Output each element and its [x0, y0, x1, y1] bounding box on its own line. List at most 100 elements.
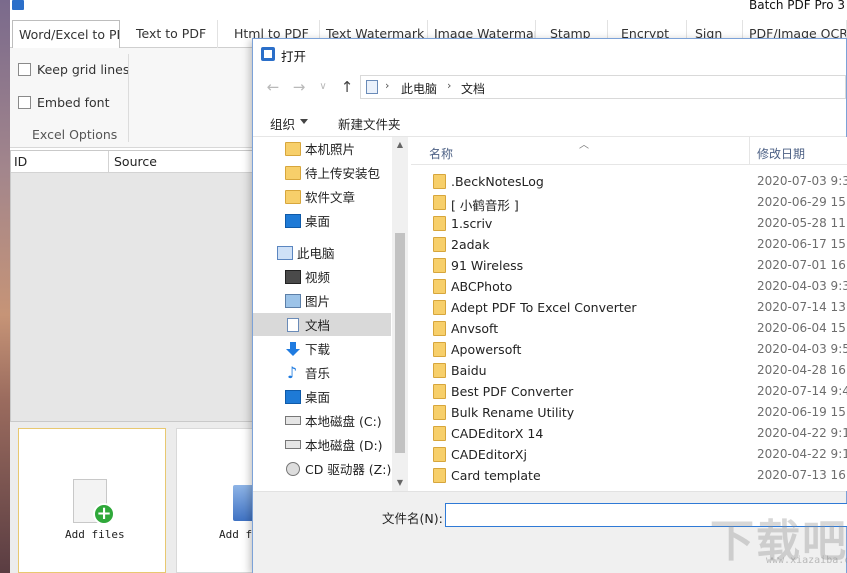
file-row[interactable]: CADEditorXj 2020-04-22 9:18 [411, 444, 847, 465]
folder-icon [433, 237, 446, 252]
nav-item-music[interactable]: ♪ 音乐 [253, 361, 391, 384]
organize-button[interactable]: 组织 [270, 114, 295, 133]
up-arrow-icon[interactable]: ↑ [337, 77, 357, 97]
file-name: Adept PDF To Excel Converter [451, 300, 637, 315]
file-name: ABCPhoto [451, 279, 513, 294]
file-modified-date: 2020-06-29 15:26 [757, 195, 847, 209]
desktop-background [0, 0, 10, 573]
folder-icon [433, 468, 446, 483]
file-row[interactable]: Adept PDF To Excel Converter 2020-07-14 1… [411, 297, 847, 318]
computer-icon [277, 245, 293, 260]
folder-icon [433, 321, 446, 336]
file-row[interactable]: [ 小鹤音形 ] 2020-06-29 15:26 [411, 192, 847, 213]
nav-item-documents[interactable]: 文档 [253, 313, 391, 336]
folder-icon [285, 189, 301, 204]
file-name: Best PDF Converter [451, 384, 574, 399]
breadcrumb-documents[interactable]: 文档 [461, 80, 485, 97]
nav-label: 音乐 [305, 366, 331, 381]
column-separator[interactable] [108, 151, 109, 173]
keep-grid-lines-option[interactable]: Keep grid lines [18, 62, 129, 77]
nav-item-cd-drive-z[interactable]: CD 驱动器 (Z:) [253, 457, 391, 480]
download-icon [286, 341, 300, 356]
breadcrumb-chevron-icon[interactable]: › [385, 79, 389, 92]
dialog-toolbar: 组织 新建文件夹 [253, 107, 846, 137]
nav-item-desktop-quick[interactable]: 桌面 [253, 209, 391, 232]
file-row[interactable]: 91 Wireless 2020-07-01 16:0 [411, 255, 847, 276]
folder-icon [433, 279, 446, 294]
breadcrumb-this-pc[interactable]: 此电脑 [401, 80, 437, 97]
folder-icon [433, 405, 446, 420]
nav-item-downloads[interactable]: 下载 [253, 337, 391, 360]
folder-icon [433, 195, 446, 210]
file-name: Card template [451, 468, 541, 483]
nav-label: 本地磁盘 (D:) [305, 438, 383, 453]
file-modified-date: 2020-07-13 16:2 [757, 468, 847, 482]
organize-dropdown-icon[interactable] [300, 119, 308, 124]
options-divider [128, 54, 129, 142]
nav-label: 软件文章 [305, 190, 356, 205]
scroll-up-arrow-icon[interactable]: ▲ [392, 137, 408, 153]
file-row[interactable]: Apowersoft 2020-04-03 9:52 [411, 339, 847, 360]
file-modified-date: 2020-04-22 9:18 [757, 426, 847, 440]
nav-label: 图片 [305, 294, 331, 309]
column-header-source[interactable]: Source [114, 154, 157, 169]
app-logo-icon [12, 0, 24, 10]
navigation-pane: 本机照片 待上传安装包 软件文章 桌面 此电脑 视频 图片 文档 下载 ♪ 音乐… [253, 137, 408, 491]
column-separator[interactable] [749, 137, 750, 165]
file-name: CADEditorX 14 [451, 426, 544, 441]
recent-locations-chevron-icon[interactable]: ∨ [313, 77, 333, 97]
file-row[interactable]: Card template 2020-07-13 16:2 [411, 465, 847, 486]
embed-font-label: Embed font [37, 95, 110, 110]
dialog-titlebar: 打开 [253, 39, 846, 69]
back-arrow-icon[interactable]: ← [263, 77, 283, 97]
nav-item-software-articles[interactable]: 软件文章 [253, 185, 391, 208]
file-modified-date: 2020-04-03 9:52 [757, 342, 847, 356]
add-files-button[interactable]: + Add files [18, 428, 166, 573]
column-header-id[interactable]: ID [14, 154, 27, 169]
file-row[interactable]: CADEditorX 14 2020-04-22 9:18 [411, 423, 847, 444]
file-name: 1.scriv [451, 216, 493, 231]
embed-font-checkbox[interactable] [18, 96, 31, 109]
embed-font-option[interactable]: Embed font [18, 95, 109, 110]
file-name: .BeckNotesLog [451, 174, 544, 189]
address-bar[interactable]: › 此电脑 › 文档 [360, 75, 846, 99]
nav-item-drive-c[interactable]: 本地磁盘 (C:) [253, 409, 391, 432]
file-row[interactable]: 1.scriv 2020-05-28 11:07 [411, 213, 847, 234]
folder-icon [433, 363, 446, 378]
file-modified-date: 2020-07-14 9:44 [757, 384, 847, 398]
file-row[interactable]: Bulk Rename Utility 2020-06-19 15:3 [411, 402, 847, 423]
file-row[interactable]: 2adak 2020-06-17 15:4 [411, 234, 847, 255]
column-header-date-modified[interactable]: 修改日期 [757, 145, 805, 162]
nav-item-local-photos[interactable]: 本机照片 [253, 137, 391, 160]
keep-grid-lines-checkbox[interactable] [18, 63, 31, 76]
open-file-dialog: 打开 ← → ∨ ↑ › 此电脑 › 文档 组织 新建文件夹 本机照片 待上传安… [252, 38, 847, 573]
nav-label: 桌面 [305, 214, 331, 229]
file-row[interactable]: Anvsoft 2020-06-04 15:2 [411, 318, 847, 339]
tab-text-to-pdf[interactable]: Text to PDF [130, 20, 218, 48]
forward-arrow-icon[interactable]: → [289, 77, 309, 97]
nav-item-this-pc[interactable]: 此电脑 [253, 241, 391, 264]
video-icon [285, 269, 301, 284]
nav-item-desktop[interactable]: 桌面 [253, 385, 391, 408]
nav-item-videos[interactable]: 视频 [253, 265, 391, 288]
breadcrumb-chevron-icon[interactable]: › [447, 79, 451, 92]
folder-icon [433, 342, 446, 357]
tab-word-excel-to-pdf[interactable]: Word/Excel to PDF [12, 20, 120, 49]
source-file-table[interactable]: ID Source [10, 150, 255, 422]
documents-icon [287, 317, 299, 332]
file-row[interactable]: .BeckNotesLog 2020-07-03 9:36 [411, 171, 847, 192]
file-row[interactable]: Baidu 2020-04-28 16:1 [411, 360, 847, 381]
column-header-name[interactable]: 名称 [429, 145, 453, 162]
scrollbar-thumb[interactable] [395, 233, 405, 453]
nav-item-pending-uploads[interactable]: 待上传安装包 [253, 161, 391, 184]
scroll-down-arrow-icon[interactable]: ▼ [392, 475, 408, 491]
nav-item-drive-d[interactable]: 本地磁盘 (D:) [253, 433, 391, 456]
nav-item-pictures[interactable]: 图片 [253, 289, 391, 312]
folder-icon [433, 174, 446, 189]
file-modified-date: 2020-04-22 9:18 [757, 447, 847, 461]
file-row[interactable]: ABCPhoto 2020-04-03 9:31 [411, 276, 847, 297]
file-row[interactable]: Best PDF Converter 2020-07-14 9:44 [411, 381, 847, 402]
folder-icon [433, 447, 446, 462]
nav-pane-scrollbar[interactable]: ▲ ▼ [392, 137, 408, 491]
new-folder-button[interactable]: 新建文件夹 [338, 114, 401, 133]
